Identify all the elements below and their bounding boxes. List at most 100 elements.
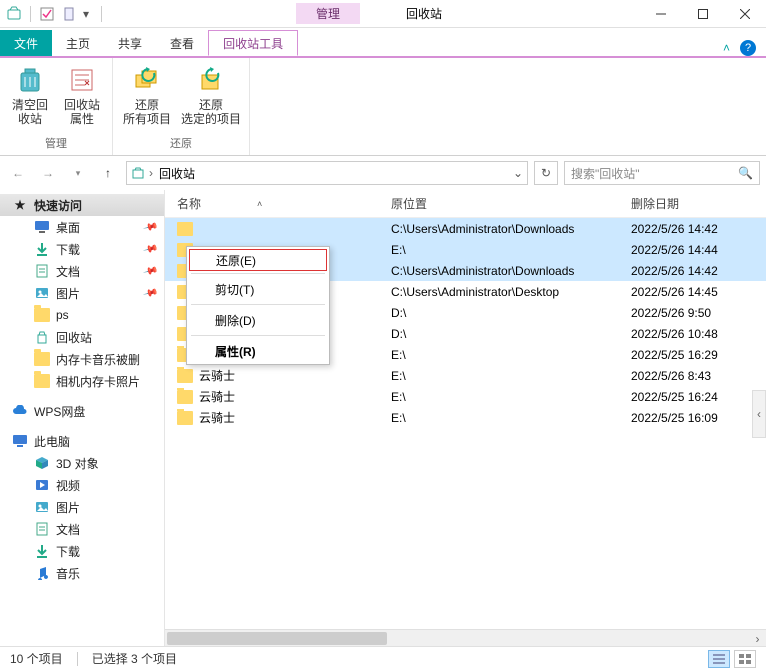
restore-all-icon <box>131 64 163 96</box>
address-bar[interactable]: › 回收站 ⌄ <box>126 161 528 185</box>
preview-pane-toggle[interactable]: ‹ <box>752 390 766 438</box>
contextual-tab-label: 管理 <box>296 3 360 24</box>
qat-doc-icon[interactable] <box>61 6 77 22</box>
sidebar-item[interactable]: 下载📌 <box>0 238 164 260</box>
restore-all-button[interactable]: 还原 所有项目 <box>119 62 175 133</box>
navigation-pane[interactable]: ★ 快速访问 桌面📌 下载📌 文档📌 图片📌 ps 回收站 内存卡音乐被删 相机… <box>0 190 165 646</box>
ribbon-collapse-icon[interactable]: ˄ <box>723 41 730 55</box>
sidebar-item[interactable]: 文档📌 <box>0 260 164 282</box>
status-item-count: 10 个项目 <box>10 650 63 667</box>
sidebar-item[interactable]: 3D 对象 <box>0 452 164 474</box>
sidebar-item[interactable]: 内存卡音乐被删 <box>0 348 164 370</box>
pin-icon: 📌 <box>142 241 158 257</box>
desktop-icon <box>34 219 50 235</box>
context-delete[interactable]: 删除(D) <box>187 307 329 333</box>
ribbon-group-manage: 清空回 收站 回收站 属性 管理 <box>0 58 113 155</box>
context-cut[interactable]: 剪切(T) <box>187 276 329 302</box>
breadcrumb[interactable]: 回收站 <box>157 165 197 182</box>
context-restore[interactable]: 还原(E) <box>189 249 327 271</box>
table-row[interactable]: 云骑士 E:\ 2022/5/25 16:09 <box>165 407 766 428</box>
window-title: 回收站 <box>400 3 448 24</box>
scroll-right-icon[interactable]: › <box>749 630 766 647</box>
tab-file[interactable]: 文件 <box>0 30 52 56</box>
address-dropdown-icon[interactable]: ⌄ <box>513 166 523 180</box>
sidebar-item[interactable]: 下载 <box>0 540 164 562</box>
pin-icon: 📌 <box>142 285 158 301</box>
sidebar-item[interactable]: 桌面📌 <box>0 216 164 238</box>
sidebar-this-pc[interactable]: 此电脑 <box>0 430 164 452</box>
sort-ascending-icon: ˄ <box>257 199 262 209</box>
doc-icon <box>34 263 50 279</box>
nav-history-icon[interactable]: ▾ <box>66 161 90 185</box>
scrollbar-thumb[interactable] <box>167 632 387 645</box>
download-icon <box>34 241 50 257</box>
sidebar-item[interactable]: ps <box>0 304 164 326</box>
refresh-button[interactable]: ↻ <box>534 161 558 185</box>
sidebar-quick-access[interactable]: ★ 快速访问 <box>0 194 164 216</box>
nav-forward-button[interactable]: → <box>36 161 60 185</box>
pin-icon: 📌 <box>142 219 158 235</box>
table-row[interactable]: C:\Users\Administrator\Downloads 2022/5/… <box>165 218 766 239</box>
doc-icon <box>34 521 50 537</box>
nav-back-button[interactable]: ← <box>6 161 30 185</box>
qat-customize-icon[interactable]: ▾ <box>83 7 93 21</box>
sidebar-item[interactable]: 文档 <box>0 518 164 540</box>
empty-bin-icon <box>14 64 46 96</box>
minimize-button[interactable] <box>640 0 682 28</box>
sidebar-wps[interactable]: WPS网盘 <box>0 400 164 422</box>
cloud-icon <box>12 403 28 419</box>
ribbon: 清空回 收站 回收站 属性 管理 还原 所有项目 还原 选定的项目 还原 <box>0 58 766 156</box>
recycle-bin-properties-button[interactable]: 回收站 属性 <box>58 62 106 133</box>
nav-up-button[interactable]: ↑ <box>96 161 120 185</box>
properties-icon <box>66 64 98 96</box>
tab-home[interactable]: 主页 <box>52 30 104 56</box>
bin-icon <box>34 329 50 345</box>
star-icon: ★ <box>12 197 28 213</box>
folder-icon <box>177 369 193 383</box>
recycle-bin-crumb-icon <box>131 166 145 180</box>
horizontal-scrollbar[interactable]: › <box>165 629 766 646</box>
help-icon[interactable]: ? <box>740 40 756 56</box>
search-icon[interactable]: 🔍 <box>738 166 753 180</box>
tab-view[interactable]: 查看 <box>156 30 208 56</box>
restore-selected-button[interactable]: 还原 选定的项目 <box>179 62 243 133</box>
maximize-button[interactable] <box>682 0 724 28</box>
video-icon <box>34 477 50 493</box>
menu-bar: 文件 主页 共享 查看 回收站工具 ˄ ? <box>0 28 766 56</box>
navigation-bar: ← → ▾ ↑ › 回收站 ⌄ ↻ 搜索"回收站" 🔍 <box>0 156 766 190</box>
sidebar-item[interactable]: 图片 <box>0 496 164 518</box>
sidebar-item[interactable]: 图片📌 <box>0 282 164 304</box>
app-icon <box>6 6 22 22</box>
status-bar: 10 个项目 已选择 3 个项目 <box>0 646 766 670</box>
tab-recycle-tools[interactable]: 回收站工具 <box>208 30 298 56</box>
folder-icon <box>177 390 193 404</box>
pic-icon <box>34 499 50 515</box>
sidebar-item[interactable]: 相机内存卡照片 <box>0 370 164 392</box>
close-button[interactable] <box>724 0 766 28</box>
sidebar-item[interactable]: 回收站 <box>0 326 164 348</box>
folder-icon <box>177 411 193 425</box>
pic-icon <box>34 285 50 301</box>
folder-icon <box>177 222 193 236</box>
folder-icon <box>34 373 50 389</box>
download-icon <box>34 543 50 559</box>
context-menu: 还原(E) 剪切(T) 删除(D) 属性(R) <box>186 246 330 365</box>
chevron-right-icon[interactable]: › <box>149 166 153 180</box>
table-row[interactable]: 云骑士 E:\ 2022/5/26 8:43 <box>165 365 766 386</box>
ribbon-group-restore: 还原 所有项目 还原 选定的项目 还原 <box>113 58 250 155</box>
context-properties[interactable]: 属性(R) <box>187 338 329 364</box>
sidebar-item[interactable]: 音乐 <box>0 562 164 584</box>
empty-recycle-bin-button[interactable]: 清空回 收站 <box>6 62 54 133</box>
music-icon <box>34 565 50 581</box>
folder-icon <box>34 307 50 323</box>
pc-icon <box>12 433 28 449</box>
title-bar: ▾ 管理 回收站 <box>0 0 766 28</box>
pin-icon: 📌 <box>142 263 158 279</box>
sidebar-item[interactable]: 视频 <box>0 474 164 496</box>
search-placeholder: 搜索"回收站" <box>571 165 640 182</box>
table-row[interactable]: 云骑士 E:\ 2022/5/25 16:24 <box>165 386 766 407</box>
search-input[interactable]: 搜索"回收站" 🔍 <box>564 161 760 185</box>
qat-checkbox-icon[interactable] <box>39 6 55 22</box>
column-headers[interactable]: 名称˄ 原位置 删除日期 <box>165 190 766 218</box>
tab-share[interactable]: 共享 <box>104 30 156 56</box>
